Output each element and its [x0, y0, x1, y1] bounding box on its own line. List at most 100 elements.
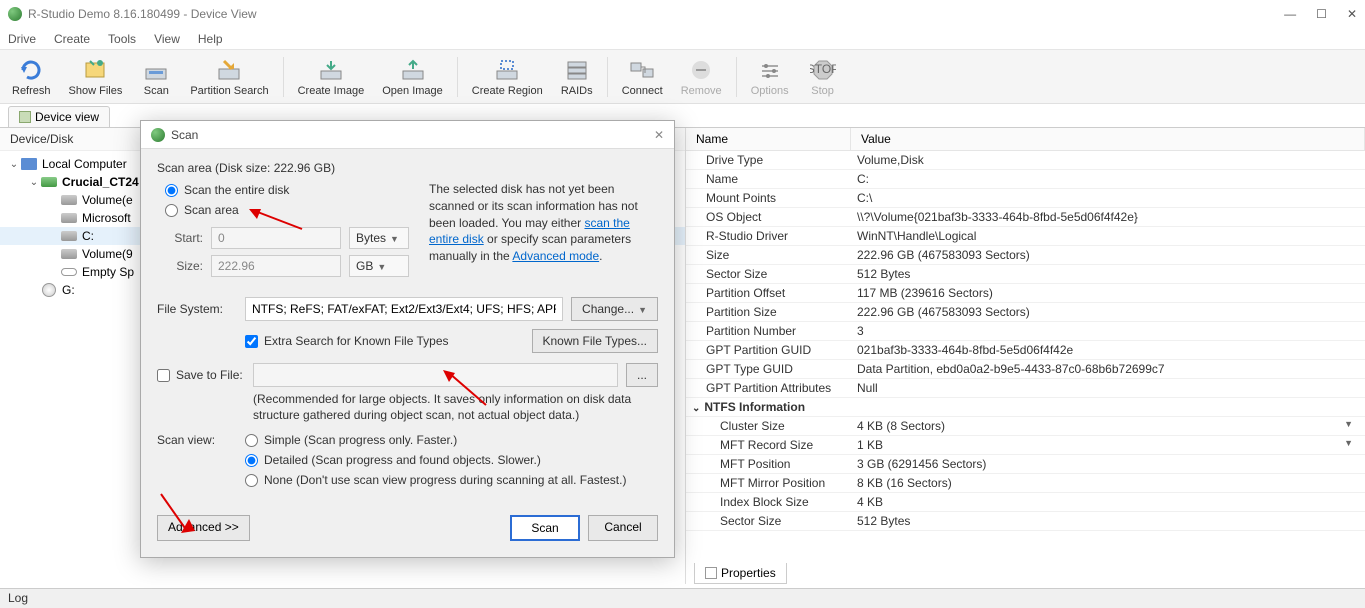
toolbar-remove-button: Remove	[675, 55, 728, 99]
dialog-icon	[151, 128, 165, 142]
device-view-icon	[19, 111, 31, 123]
menu-create[interactable]: Create	[54, 32, 90, 46]
known-types-button[interactable]: Known File Types...	[532, 329, 659, 353]
prop-row-name: NameC:	[686, 170, 1365, 189]
fs-label: File System:	[157, 302, 237, 316]
prop-row-gpttypeguid: GPT Type GUIDData Partition, ebd0a0a2-b9…	[686, 360, 1365, 379]
oimage-icon	[400, 57, 426, 83]
tab-device-view[interactable]: Device view	[8, 106, 110, 127]
save-file-input	[253, 363, 618, 387]
start-input	[211, 227, 341, 249]
vol-icon	[60, 211, 78, 225]
prop-row-indexblocksize: Index Block Size4 KB	[686, 493, 1365, 512]
prop-row-sectorsize: Sector Size512 Bytes	[686, 512, 1365, 531]
menu-tools[interactable]: Tools	[108, 32, 136, 46]
prop-row-mftrecordsize: MFT Record Size1 KB▼	[686, 436, 1365, 455]
browse-button[interactable]: ...	[626, 363, 658, 387]
scan-icon	[143, 57, 169, 83]
minimize-button[interactable]: —	[1284, 7, 1296, 21]
toolbar-cregion-button[interactable]: Create Region	[466, 55, 549, 99]
toolbar-cimage-button[interactable]: Create Image	[292, 55, 371, 99]
prop-row-partitionnumber: Partition Number3	[686, 322, 1365, 341]
toolbar-options-button: Options	[745, 55, 795, 99]
refresh-icon	[18, 57, 44, 83]
prop-row-mftposition: MFT Position3 GB (6291456 Sectors)	[686, 455, 1365, 474]
menubar: Drive Create Tools View Help	[0, 28, 1365, 50]
radio-view-simple[interactable]: Simple (Scan progress only. Faster.)	[245, 433, 626, 447]
dialog-close-button[interactable]: ✕	[654, 128, 664, 142]
toolbar-psearch-button[interactable]: Partition Search	[184, 55, 274, 99]
showfiles-icon	[82, 57, 108, 83]
toolbar: RefreshShow FilesScanPartition Search Cre…	[0, 50, 1365, 104]
props-col-name[interactable]: Name	[686, 128, 851, 150]
drive-icon	[40, 175, 58, 189]
size-unit-select[interactable]: GB▼	[349, 255, 409, 277]
toolbar-oimage-button[interactable]: Open Image	[376, 55, 449, 99]
toolbar-raids-button[interactable]: RAIDs	[555, 55, 599, 99]
properties-icon	[705, 567, 717, 579]
vol-icon	[60, 193, 78, 207]
radio-view-detailed[interactable]: Detailed (Scan progress and found object…	[245, 453, 626, 467]
prop-row-ntfsinformation: NTFS Information	[686, 398, 1365, 417]
size-input	[211, 255, 341, 277]
maximize-button[interactable]: ☐	[1316, 7, 1327, 21]
radio-scan-area[interactable]: Scan area	[165, 203, 409, 217]
toolbar-scan-button[interactable]: Scan	[134, 55, 178, 99]
scan-info-text: The selected disk has not yet been scann…	[429, 161, 658, 283]
menu-help[interactable]: Help	[198, 32, 223, 46]
prop-row-gptpartitionattributes: GPT Partition AttributesNull	[686, 379, 1365, 398]
fs-input[interactable]	[245, 297, 563, 321]
prop-row-sectorsize: Sector Size512 Bytes	[686, 265, 1365, 284]
change-button[interactable]: Change...▼	[571, 297, 658, 321]
cd-icon	[40, 283, 58, 297]
toolbar-showfiles-button[interactable]: Show Files	[63, 55, 129, 99]
start-label: Start:	[169, 231, 203, 245]
status-bar: Log	[0, 588, 1365, 608]
toolbar-connect-button[interactable]: Connect	[616, 55, 669, 99]
window-title: R-Studio Demo 8.16.180499 - Device View	[28, 7, 257, 21]
menu-drive[interactable]: Drive	[8, 32, 36, 46]
props-col-value[interactable]: Value	[851, 128, 1365, 150]
scan-button[interactable]: Scan	[510, 515, 580, 541]
stop-icon: STOP	[810, 57, 836, 83]
prop-row-drivetype: Drive TypeVolume,Disk	[686, 151, 1365, 170]
raids-icon	[564, 57, 590, 83]
psearch-icon	[216, 57, 242, 83]
app-icon	[8, 7, 22, 21]
menu-view[interactable]: View	[154, 32, 180, 46]
cancel-button[interactable]: Cancel	[588, 515, 658, 541]
toolbar-stop-button: STOPStop	[801, 55, 845, 99]
radio-scan-entire[interactable]: Scan the entire disk	[165, 183, 409, 197]
extra-search-checkbox[interactable]: Extra Search for Known File Types	[245, 334, 524, 348]
save-to-file-checkbox[interactable]: Save to File:	[157, 368, 245, 382]
vol-icon	[60, 247, 78, 261]
dialog-title: Scan	[171, 128, 198, 142]
advanced-button[interactable]: Advanced >>	[157, 515, 250, 541]
scan-view-label: Scan view:	[157, 433, 237, 487]
svg-text:STOP: STOP	[810, 62, 836, 76]
connect-icon	[629, 57, 655, 83]
vol-icon	[60, 229, 78, 243]
prop-row-size: Size222.96 GB (467583093 Sectors)	[686, 246, 1365, 265]
prop-row-clustersize: Cluster Size4 KB (8 Sectors)▼	[686, 417, 1365, 436]
prop-row-partitionsize: Partition Size222.96 GB (467583093 Secto…	[686, 303, 1365, 322]
link-advanced-mode[interactable]: Advanced mode	[512, 249, 599, 263]
computer-icon	[20, 157, 38, 171]
start-unit-select[interactable]: Bytes▼	[349, 227, 409, 249]
prop-row-osobject: OS Object\\?\Volume{021baf3b-3333-464b-8…	[686, 208, 1365, 227]
options-icon	[757, 57, 783, 83]
scan-dialog: Scan ✕ Scan area (Disk size: 222.96 GB) …	[140, 120, 675, 558]
size-label: Size:	[169, 259, 203, 273]
radio-view-none[interactable]: None (Don't use scan view progress durin…	[245, 473, 626, 487]
close-button[interactable]: ✕	[1347, 7, 1357, 21]
recommended-text: (Recommended for large objects. It saves…	[253, 391, 658, 423]
toolbar-refresh-button[interactable]: Refresh	[6, 55, 57, 99]
scan-area-header: Scan area (Disk size: 222.96 GB)	[157, 161, 409, 175]
prop-row-rstudiodriver: R-Studio DriverWinNT\Handle\Logical	[686, 227, 1365, 246]
remove-icon	[688, 57, 714, 83]
prop-row-mftmirrorposition: MFT Mirror Position8 KB (16 Sectors)	[686, 474, 1365, 493]
prop-row-mountpoints: Mount PointsC:\	[686, 189, 1365, 208]
cimage-icon	[318, 57, 344, 83]
properties-tab[interactable]: Properties	[694, 563, 787, 584]
empty-icon	[60, 265, 78, 279]
